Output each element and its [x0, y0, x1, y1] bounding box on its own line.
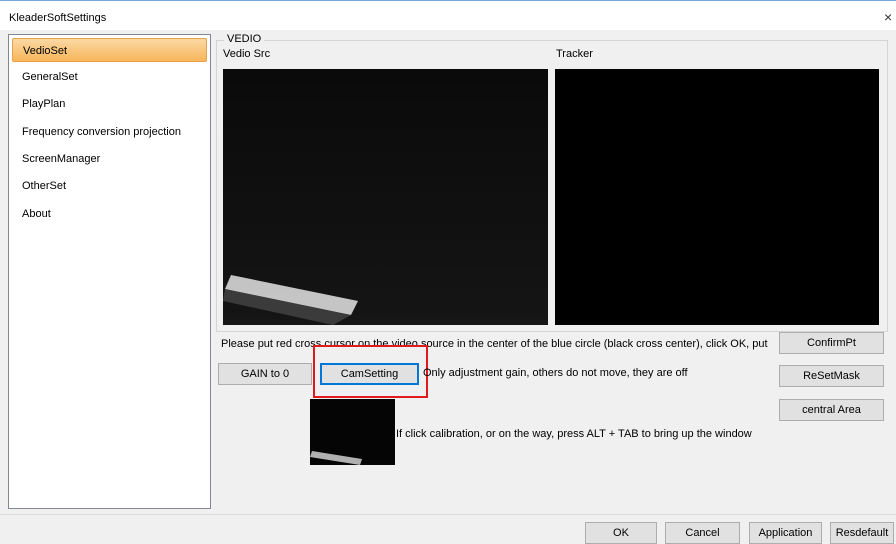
- application-button[interactable]: Application: [749, 522, 822, 544]
- video-thumbnail: [310, 399, 395, 465]
- sidebar-item-about[interactable]: About: [12, 202, 207, 226]
- sidebar-item-generalset[interactable]: GeneralSet: [12, 65, 207, 89]
- sidebar-item-frequency-conversion-projection[interactable]: Frequency conversion projection: [12, 120, 207, 144]
- settings-sidebar: VedioSet GeneralSet PlayPlan Frequency c…: [8, 34, 211, 509]
- instruction-text: Please put red cross cursor on the video…: [221, 338, 768, 350]
- sidebar-item-playplan[interactable]: PlayPlan: [12, 92, 207, 116]
- sidebar-item-screenmanager[interactable]: ScreenManager: [12, 147, 207, 171]
- calibration-note-text: If click calibration, or on the way, pre…: [396, 428, 752, 440]
- footer-separator: [0, 514, 896, 515]
- reset-mask-button[interactable]: ReSetMask: [779, 365, 884, 387]
- sidebar-item-otherset[interactable]: OtherSet: [12, 174, 207, 198]
- gain-note-text: Only adjustment gain, others do not move…: [423, 367, 688, 379]
- tracker-label: Tracker: [556, 48, 593, 60]
- confirm-point-button[interactable]: ConfirmPt: [779, 332, 884, 354]
- gain-to-zero-button[interactable]: GAIN to 0: [218, 363, 312, 385]
- video-frame-image: [223, 69, 548, 325]
- video-source-view: [223, 69, 548, 325]
- video-source-label: Vedio Src: [223, 48, 271, 60]
- central-area-button[interactable]: central Area: [779, 399, 884, 421]
- cancel-button[interactable]: Cancel: [665, 522, 740, 544]
- resdefault-button[interactable]: Resdefault: [830, 522, 894, 544]
- sidebar-item-vedioset[interactable]: VedioSet: [12, 38, 207, 62]
- vedio-group-label: VEDIO: [224, 33, 265, 45]
- title-bar: KleaderSoftSettings ×: [0, 0, 896, 30]
- ok-button[interactable]: OK: [585, 522, 657, 544]
- thumbnail-image: [310, 451, 362, 465]
- highlight-box: [313, 345, 428, 398]
- tracker-view: [555, 69, 879, 325]
- window-title: KleaderSoftSettings: [9, 12, 107, 24]
- close-icon[interactable]: ×: [884, 10, 892, 24]
